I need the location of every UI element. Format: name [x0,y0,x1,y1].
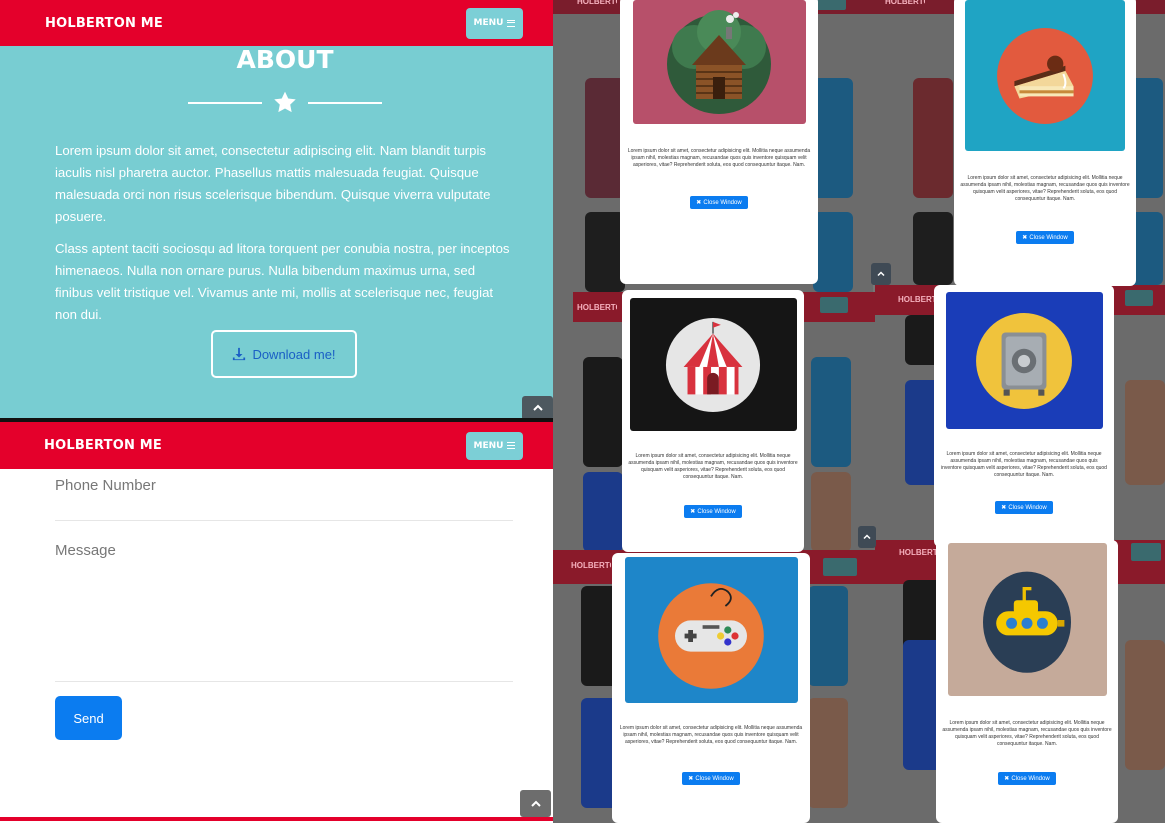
circus-image [629,298,797,431]
hamburger-icon [507,442,516,449]
bg-menu-button [816,0,846,10]
scroll-top-button[interactable] [871,263,891,285]
close-icon: ✖ [688,776,694,782]
circus-tent-icon [665,317,761,412]
navbar: HOLBERTON ME MENU [0,0,553,46]
close-window-label: Close Window [703,199,742,206]
close-window-label: Close Window [1011,775,1050,782]
modal-description: Lorem ipsum dolor sit amet, consectetur … [941,451,1107,478]
star-divider [188,90,382,116]
portfolio-collage: HOLBERTON ME HOLBERTON ME HOLBERTON ME H… [553,0,1165,823]
contact-section: HOLBERTON ME MENU Phone Number Message S… [0,422,553,823]
chevron-up-icon [532,404,543,411]
close-window-label: Close Window [695,775,734,782]
bg-brand: HOLBERTON ME [577,303,617,312]
menu-button-label: MENU [473,18,504,28]
about-paragraph-1: Lorem ipsum dolor sit amet, consectetur … [55,143,491,224]
close-window-button[interactable]: ✖ Close Window [998,772,1056,785]
close-icon: ✖ [1001,505,1007,511]
brand-logo[interactable]: HOLBERTON ME [44,438,162,453]
portfolio-modal-circus: Lorem ipsum dolor sit amet, consectetur … [622,290,804,552]
bg-brand: HOLBERTON ME [571,561,611,570]
download-icon [233,347,246,361]
cabin-image [632,0,806,124]
cake-image [965,0,1125,151]
bg-menu-button [1125,290,1153,306]
bg-menu-button [820,297,848,313]
close-window-button[interactable]: ✖ Close Window [684,505,742,518]
chevron-up-icon [530,800,541,807]
bg-menu-button [1131,543,1161,561]
bg-brand: HOLBERTON ME [885,0,925,6]
close-window-button[interactable]: ✖ Close Window [995,501,1053,514]
menu-button[interactable]: MENU [466,7,523,39]
portfolio-modal-cake: Lorem ipsum dolor sit amet, consectetur … [954,0,1136,286]
menu-button-label: MENU [473,440,504,451]
close-icon: ✖ [1004,776,1010,782]
scroll-top-button[interactable] [522,396,553,418]
navbar: HOLBERTON ME MENU [0,422,553,469]
safe-icon [976,312,1072,409]
phone-field[interactable]: Phone Number [55,477,513,521]
scroll-top-button[interactable] [520,790,551,817]
modal-description: Lorem ipsum dolor sit amet, consectetur … [628,453,798,480]
modal-description: Lorem ipsum dolor sit amet, consectetur … [942,720,1112,747]
submarine-icon [983,571,1071,673]
game-controller-icon [658,583,764,689]
bg-brand: HOLBERTON ME [898,295,938,304]
send-button-label: Send [73,710,104,726]
cake-slice-icon [997,27,1093,124]
safe-image [945,292,1103,429]
about-section: HOLBERTON ME MENU ABOUT Lorem ipsum dolo… [0,0,553,418]
chevron-up-icon [877,271,885,277]
brand-logo[interactable]: HOLBERTON ME [45,16,163,31]
log-cabin-icon [667,10,771,114]
modal-description: Lorem ipsum dolor sit amet, consectetur … [960,175,1130,202]
portfolio-modal-safe: Lorem ipsum dolor sit amet, consectetur … [934,285,1114,547]
portfolio-modal-game: Lorem ipsum dolor sit amet, consectetur … [612,553,810,823]
close-icon: ✖ [690,509,696,515]
bg-brand: HOLBERTON ME [577,0,617,6]
modal-description: Lorem ipsum dolor sit amet, consectetur … [627,148,811,168]
game-image [624,557,798,703]
bg-brand: HOLBERTON ME [899,548,939,557]
hamburger-icon [507,19,516,27]
scroll-top-button[interactable] [858,526,876,548]
bg-menu-button [823,558,857,576]
message-field[interactable]: Message [55,542,513,682]
close-window-button[interactable]: ✖ Close Window [690,196,748,209]
message-placeholder: Message [55,542,116,559]
close-window-label: Close Window [1029,234,1068,241]
phone-placeholder: Phone Number [55,477,156,494]
portfolio-modal-cabin: Lorem ipsum dolor sit amet, consectetur … [620,0,818,284]
star-icon [274,91,296,113]
page-title: ABOUT [236,45,334,74]
close-window-button[interactable]: ✖ Close Window [682,772,740,785]
submarine-image [947,543,1107,696]
menu-button[interactable]: MENU [466,431,523,460]
send-button[interactable]: Send [55,696,122,740]
portfolio-modal-submarine: Lorem ipsum dolor sit amet, consectetur … [936,540,1118,823]
close-window-label: Close Window [697,508,736,515]
download-button[interactable]: Download me! [211,330,357,378]
about-paragraph-2: Class aptent taciti sociosqu ad litora t… [55,241,510,322]
chevron-up-icon [863,534,871,540]
download-button-label: Download me! [252,346,336,362]
close-icon: ✖ [1022,235,1028,241]
close-window-button[interactable]: ✖ Close Window [1016,231,1074,244]
modal-description: Lorem ipsum dolor sit amet, consectetur … [619,725,803,745]
close-icon: ✖ [696,200,702,206]
close-window-label: Close Window [1008,504,1047,511]
